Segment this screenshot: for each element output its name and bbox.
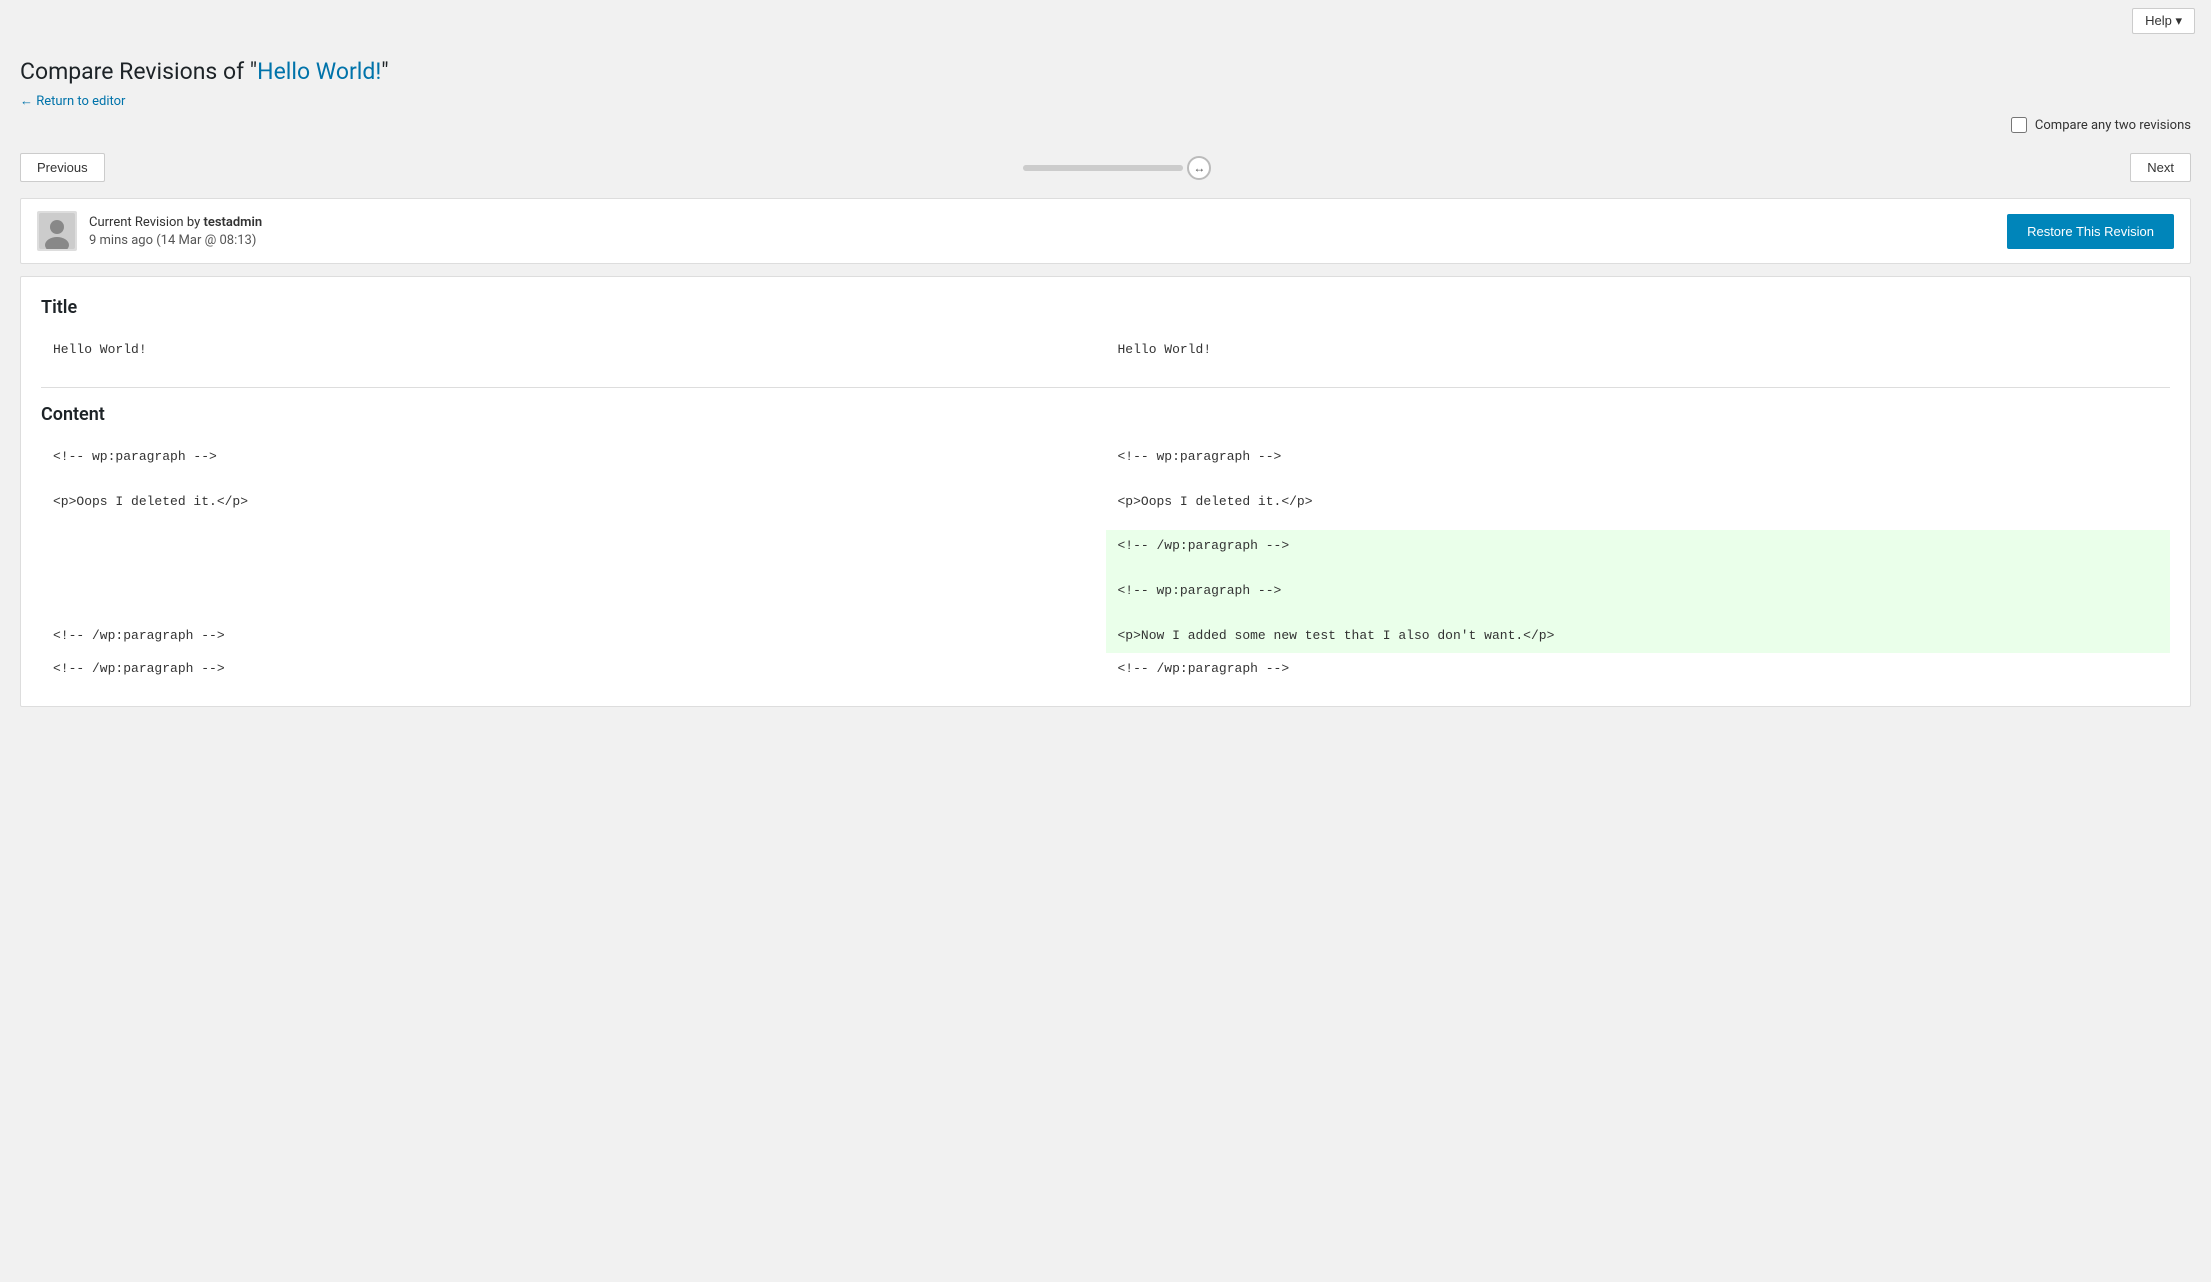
diff-left-cell — [41, 530, 1106, 563]
avatar-icon — [39, 213, 75, 249]
revision-label: Current Revision by testadmin — [89, 215, 262, 230]
content-diff-row — [41, 608, 2170, 620]
main-content: Compare Revisions of "Hello World!" ← Re… — [0, 42, 2211, 723]
diff-right-cell — [1106, 518, 2171, 530]
diff-left-cell — [41, 563, 1106, 575]
content-diff-container: <!-- wp:paragraph --><!-- wp:paragraph -… — [41, 441, 2170, 653]
diff-table: Title Hello World! Hello World! Content … — [20, 276, 2191, 707]
diff-left-cell — [41, 474, 1106, 486]
previous-button[interactable]: Previous — [20, 153, 105, 182]
diff-left-cell: <!-- wp:paragraph --> — [41, 441, 1106, 474]
last-right-cell: <!-- /wp:paragraph --> — [1106, 653, 2171, 686]
content-diff-row — [41, 563, 2170, 575]
last-left-cell: <!-- /wp:paragraph --> — [41, 653, 1106, 686]
compare-checkbox-label: Compare any two revisions — [2035, 118, 2191, 133]
diff-right-cell: <!-- wp:paragraph --> — [1106, 575, 2171, 608]
content-diff-row: <!-- wp:paragraph --> — [41, 575, 2170, 608]
post-title-link[interactable]: Hello World! — [257, 58, 381, 85]
diff-right-cell: <p>Now I added some new test that I also… — [1106, 620, 2171, 653]
compare-checkbox[interactable] — [2011, 117, 2027, 133]
content-diff-row: <!-- /wp:paragraph --><p>Now I added som… — [41, 620, 2170, 653]
nav-row: Previous ↔ Next — [20, 145, 2191, 198]
title-left: Hello World! — [41, 334, 1106, 367]
revision-text: Current Revision by testadmin 9 mins ago… — [89, 215, 262, 248]
slider-track — [1023, 165, 1183, 171]
title-diff-row: Hello World! Hello World! — [41, 334, 2170, 367]
content-diff-row: <!-- wp:paragraph --><!-- wp:paragraph -… — [41, 441, 2170, 474]
title-section-label: Title — [41, 297, 2170, 318]
diff-left-cell: <!-- /wp:paragraph --> — [41, 620, 1106, 653]
content-diff-row — [41, 518, 2170, 530]
diff-left-cell — [41, 518, 1106, 530]
compare-checkbox-row: Compare any two revisions — [20, 109, 2191, 145]
top-bar: Help ▾ — [0, 0, 2211, 42]
page-title: Compare Revisions of "Hello World!" — [20, 58, 2191, 85]
revision-info: Current Revision by testadmin 9 mins ago… — [37, 211, 262, 251]
revision-time: 9 mins ago (14 Mar @ 08:13) — [89, 233, 262, 248]
revision-author: testadmin — [203, 215, 262, 230]
help-button[interactable]: Help ▾ — [2132, 8, 2195, 34]
diff-right-cell: <p>Oops I deleted it.</p> — [1106, 486, 2171, 519]
return-to-editor-link[interactable]: ← Return to editor — [20, 94, 125, 109]
diff-left-cell — [41, 608, 1106, 620]
slider-handle[interactable]: ↔ — [1187, 156, 1211, 180]
content-diff-row: <!-- /wp:paragraph --> — [41, 530, 2170, 563]
diff-right-cell — [1106, 608, 2171, 620]
content-diff-row — [41, 474, 2170, 486]
slider-track-right — [1103, 165, 1183, 171]
diff-right-cell — [1106, 563, 2171, 575]
content-section-label: Content — [41, 404, 2170, 425]
section-divider — [41, 387, 2170, 388]
diff-right-cell: <!-- /wp:paragraph --> — [1106, 530, 2171, 563]
diff-right-cell — [1106, 474, 2171, 486]
next-button[interactable]: Next — [2130, 153, 2191, 182]
last-diff-row: <!-- /wp:paragraph --> <!-- /wp:paragrap… — [41, 653, 2170, 686]
content-diff-row: <p>Oops I deleted it.</p><p>Oops I delet… — [41, 486, 2170, 519]
avatar — [37, 211, 77, 251]
slider-track-left — [1023, 165, 1103, 171]
diff-right-cell: <!-- wp:paragraph --> — [1106, 441, 2171, 474]
restore-revision-button[interactable]: Restore This Revision — [2007, 214, 2174, 249]
revision-header: Current Revision by testadmin 9 mins ago… — [20, 198, 2191, 264]
slider-container: ↔ — [1023, 156, 1211, 180]
diff-left-cell: <p>Oops I deleted it.</p> — [41, 486, 1106, 519]
diff-left-cell — [41, 575, 1106, 608]
title-right: Hello World! — [1106, 334, 2171, 367]
